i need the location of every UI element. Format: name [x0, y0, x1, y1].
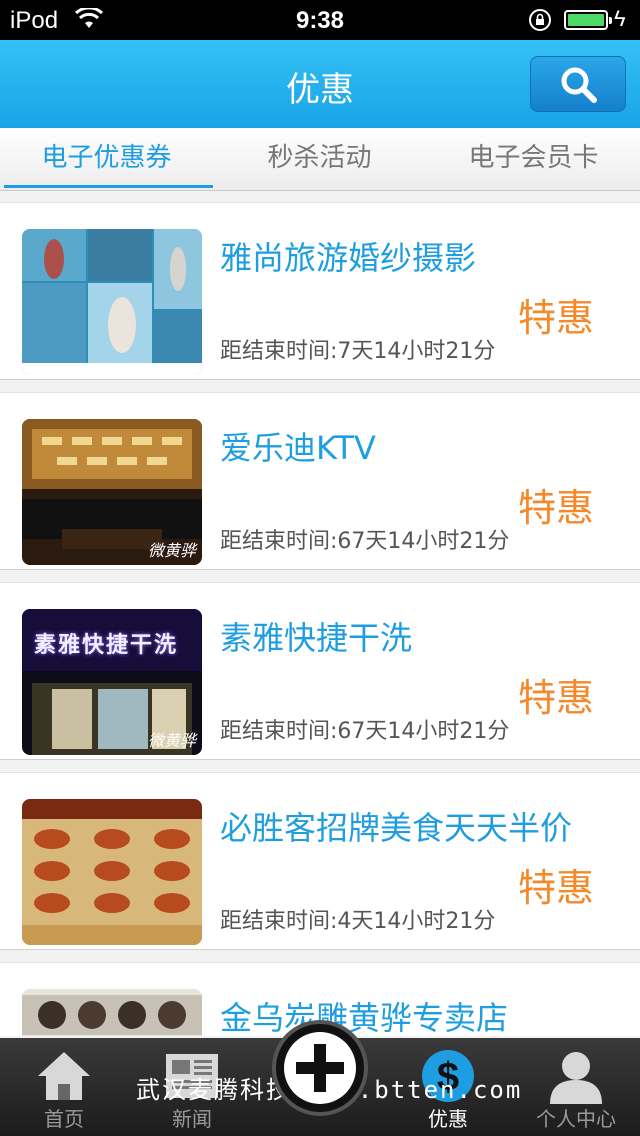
tabbar-home[interactable]: 首页 [0, 1038, 128, 1136]
tabbar-profile[interactable]: 个人中心 [512, 1038, 640, 1136]
remaining-time: 距结束时间:4天14小时21分 [220, 909, 496, 934]
special-offer-badge: 特惠 [517, 486, 594, 530]
list-item[interactable]: 必胜客招牌美食天天半价 特惠 距结束时间:4天14小时21分 [0, 772, 640, 950]
special-offer-badge: 特惠 [517, 866, 594, 910]
remaining-time: 距结束时间:67天14小时21分 [220, 529, 510, 554]
list-item[interactable]: 雅尚旅游婚纱摄影 特惠 距结束时间:7天14小时21分 [0, 202, 640, 380]
thumbnail-watermark: 微黄骅 [147, 541, 196, 560]
search-icon [561, 67, 597, 103]
add-button[interactable] [272, 1020, 368, 1116]
rotation-lock-icon [528, 8, 552, 39]
battery-icon [564, 10, 612, 30]
charging-icon: ϟ [614, 6, 626, 31]
plus-icon [296, 1044, 344, 1092]
segment-tabs: 电子优惠券 秒杀活动 电子会员卡 [0, 128, 640, 191]
merchant-name: 金乌炭雕黄骅专卖店 [220, 999, 509, 1036]
home-icon [38, 1052, 90, 1100]
merchant-name: 必胜客招牌美食天天半价 [220, 809, 573, 847]
person-icon [550, 1052, 602, 1104]
tabbar-label: 新闻 [172, 1107, 212, 1131]
thumbnail-carving [22, 989, 202, 1036]
nav-bar: 优惠 [0, 40, 640, 128]
store-sign: 素雅快捷干洗 [34, 633, 179, 658]
remaining-time: 距结束时间:7天14小时21分 [220, 339, 496, 364]
tab-member-card[interactable]: 电子会员卡 [427, 128, 640, 190]
thumbnail-laundry: 素雅快捷干洗 微黄骅 [22, 609, 202, 755]
remaining-time: 距结束时间:67天14小时21分 [220, 719, 510, 744]
tabbar-label: 优惠 [428, 1107, 468, 1131]
thumbnail-watermark: 微黄骅 [147, 731, 196, 750]
tabbar-label: 首页 [44, 1107, 84, 1131]
list-item[interactable]: 素雅快捷干洗 微黄骅 素雅快捷干洗 特惠 距结束时间:67天14小时21分 [0, 582, 640, 760]
tabbar-label: 个人中心 [536, 1107, 616, 1131]
coupon-list: 雅尚旅游婚纱摄影 特惠 距结束时间:7天14小时21分 微黄骅 爱乐迪KTV 特… [0, 196, 640, 1036]
thumbnail-ktv: 微黄骅 [22, 419, 202, 565]
list-item[interactable]: 微黄骅 爱乐迪KTV 特惠 距结束时间:67天14小时21分 [0, 392, 640, 570]
thumbnail-pizza-menu [22, 799, 202, 945]
special-offer-badge: 特惠 [517, 296, 594, 340]
search-button[interactable] [530, 56, 626, 112]
merchant-name: 爱乐迪KTV [220, 429, 376, 467]
thumbnail-wedding [22, 229, 202, 375]
tab-flash-sale[interactable]: 秒杀活动 [213, 128, 426, 190]
special-offer-badge: 特惠 [517, 676, 594, 720]
merchant-name: 素雅快捷干洗 [220, 619, 413, 657]
tab-e-coupon[interactable]: 电子优惠券 [0, 128, 213, 190]
merchant-name: 雅尚旅游婚纱摄影 [220, 239, 477, 277]
status-bar: iPod 9:38 ϟ [0, 0, 640, 40]
